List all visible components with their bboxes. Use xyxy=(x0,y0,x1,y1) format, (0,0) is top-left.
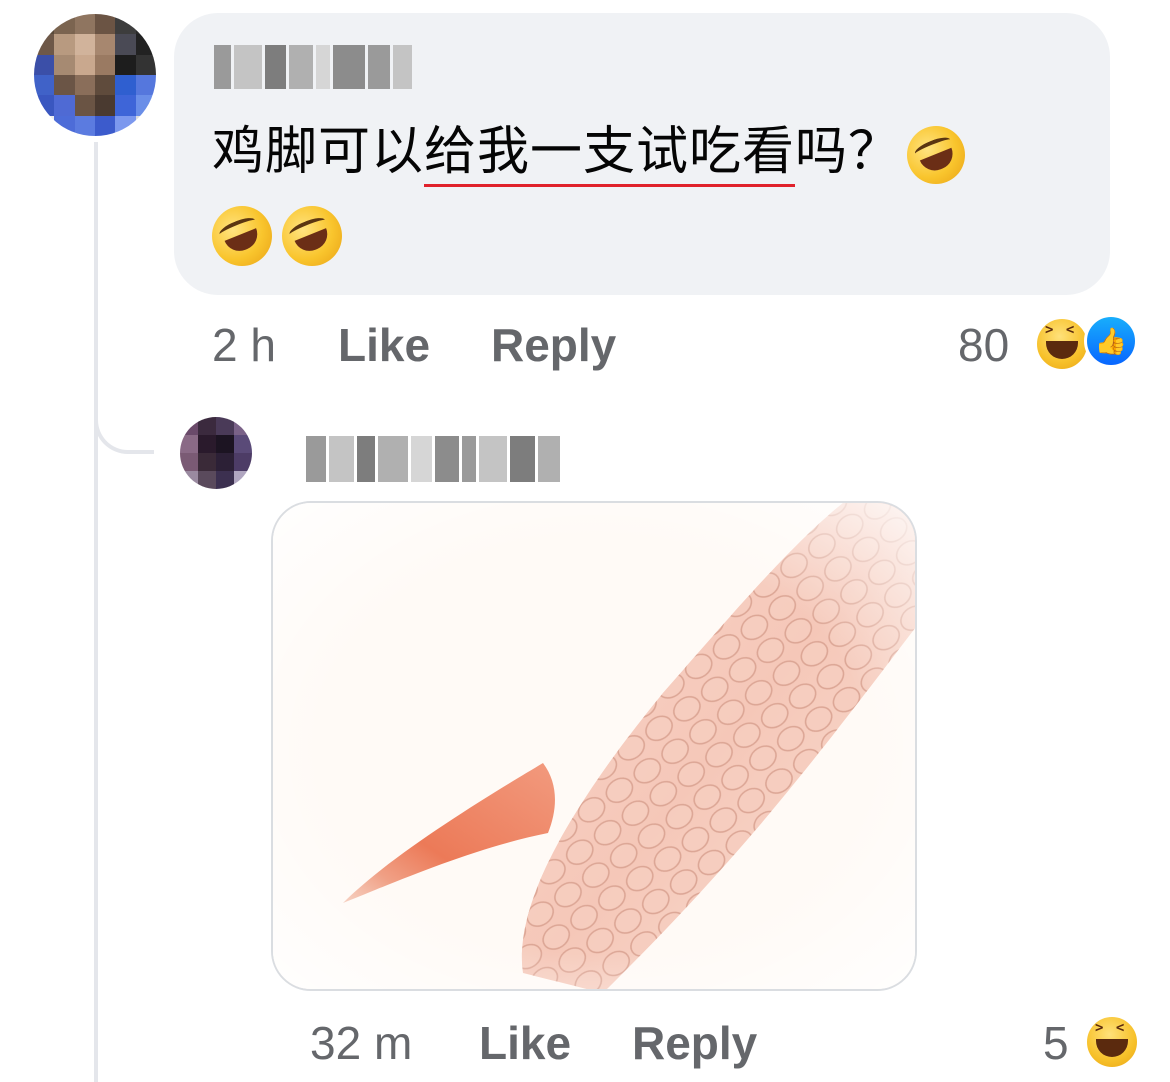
blur-block xyxy=(538,436,560,482)
rofl-emoji-icon xyxy=(272,196,352,276)
comment-text-end: 吗？ xyxy=(795,122,902,182)
reply-timestamp[interactable]: 32 m xyxy=(310,1016,412,1070)
avatar-pixel xyxy=(180,453,198,471)
blur-block xyxy=(462,436,476,482)
avatar-pixel xyxy=(234,435,252,453)
blur-block xyxy=(265,45,286,89)
avatar-pixel xyxy=(115,14,136,35)
avatar-pixel xyxy=(34,34,55,55)
commenter-avatar[interactable] xyxy=(34,14,156,136)
chicken-feet-photo[interactable] xyxy=(271,501,917,991)
reply-button[interactable]: Reply xyxy=(491,318,616,372)
avatar-pixel xyxy=(74,54,95,75)
thread-connector xyxy=(94,380,154,454)
avatar-pixel xyxy=(135,95,156,116)
avatar-pixel xyxy=(54,115,75,136)
blur-block xyxy=(410,436,433,482)
avatar-pixel xyxy=(234,471,252,489)
avatar-pixel xyxy=(135,34,156,55)
haha-reaction-icon[interactable] xyxy=(1034,316,1090,372)
blur-block xyxy=(393,45,413,89)
avatar-pixel xyxy=(34,115,55,136)
avatar-pixel xyxy=(135,14,156,35)
thread-line xyxy=(94,142,98,1082)
avatar-pixel xyxy=(216,435,234,453)
avatar-pixel xyxy=(34,14,55,35)
emoji-row xyxy=(202,196,352,276)
blur-block xyxy=(306,436,326,482)
avatar-pixel xyxy=(216,471,234,489)
comment-text-start: 鸡脚可以 xyxy=(212,122,425,182)
like-reaction-icon[interactable]: 👍 xyxy=(1084,314,1138,368)
like-button[interactable]: Like xyxy=(479,1016,571,1070)
chicken-feet-image xyxy=(273,503,915,989)
comment-text-misspelled: 给我一支试吃看 xyxy=(424,122,796,187)
avatar-pixel xyxy=(34,95,55,116)
avatar-pixel xyxy=(54,34,75,55)
blur-block xyxy=(378,436,408,482)
avatar-pixel xyxy=(180,417,198,435)
avatar-pixel xyxy=(74,14,95,35)
avatar-pixel xyxy=(198,417,216,435)
avatar-pixel xyxy=(115,115,136,136)
avatar-pixel xyxy=(54,14,75,35)
avatar-pixel xyxy=(115,95,136,116)
commenter-name-blurred[interactable] xyxy=(214,45,413,89)
blur-block xyxy=(509,436,536,482)
blur-block xyxy=(316,45,330,89)
blur-block xyxy=(435,436,460,482)
avatar-pixel xyxy=(74,115,95,136)
avatar-pixel xyxy=(95,34,116,55)
like-button[interactable]: Like xyxy=(338,318,430,372)
avatar-pixel xyxy=(135,74,156,96)
blur-block xyxy=(214,45,231,89)
avatar-pixel xyxy=(95,14,116,35)
blur-block xyxy=(288,45,314,89)
reaction-count[interactable]: 80 xyxy=(958,318,1009,372)
avatar-pixel xyxy=(180,435,198,453)
avatar-pixel xyxy=(198,435,216,453)
avatar-pixel xyxy=(135,115,156,136)
avatar-pixel xyxy=(198,453,216,471)
avatar-pixel xyxy=(74,34,95,55)
haha-reaction-icon[interactable] xyxy=(1084,1014,1140,1070)
avatar-pixel xyxy=(74,95,95,116)
rofl-emoji-icon xyxy=(202,196,282,276)
avatar-pixel xyxy=(198,471,216,489)
blur-block xyxy=(328,436,355,482)
avatar-pixel xyxy=(115,34,136,55)
avatar-pixel xyxy=(216,417,234,435)
avatar-pixel xyxy=(34,54,55,75)
avatar-pixel xyxy=(54,74,75,96)
blur-block xyxy=(233,45,263,89)
blur-block xyxy=(367,45,391,89)
comment-timestamp[interactable]: 2 h xyxy=(212,318,276,372)
avatar-pixel xyxy=(34,74,55,96)
avatar-pixel xyxy=(234,453,252,471)
replier-avatar[interactable] xyxy=(180,417,252,489)
blur-block xyxy=(357,436,376,482)
blur-block xyxy=(332,45,365,89)
rofl-emoji-icon xyxy=(898,117,974,193)
avatar-pixel xyxy=(95,74,116,96)
avatar-pixel xyxy=(135,54,156,75)
avatar-pixel xyxy=(54,95,75,116)
avatar-pixel xyxy=(180,471,198,489)
replier-name-blurred[interactable] xyxy=(306,436,560,482)
blur-block xyxy=(478,436,507,482)
avatar-pixel xyxy=(95,54,116,75)
reply-button[interactable]: Reply xyxy=(632,1016,757,1070)
avatar-pixel xyxy=(54,54,75,75)
avatar-pixel xyxy=(115,74,136,96)
reaction-count[interactable]: 5 xyxy=(1043,1016,1069,1070)
avatar-pixel xyxy=(115,54,136,75)
avatar-pixel xyxy=(95,95,116,116)
avatar-pixel xyxy=(74,74,95,96)
avatar-pixel xyxy=(234,417,252,435)
avatar-pixel xyxy=(95,115,116,136)
avatar-pixel xyxy=(216,453,234,471)
comment-text: 鸡脚可以给我一支试吃看吗？ xyxy=(212,114,1092,193)
